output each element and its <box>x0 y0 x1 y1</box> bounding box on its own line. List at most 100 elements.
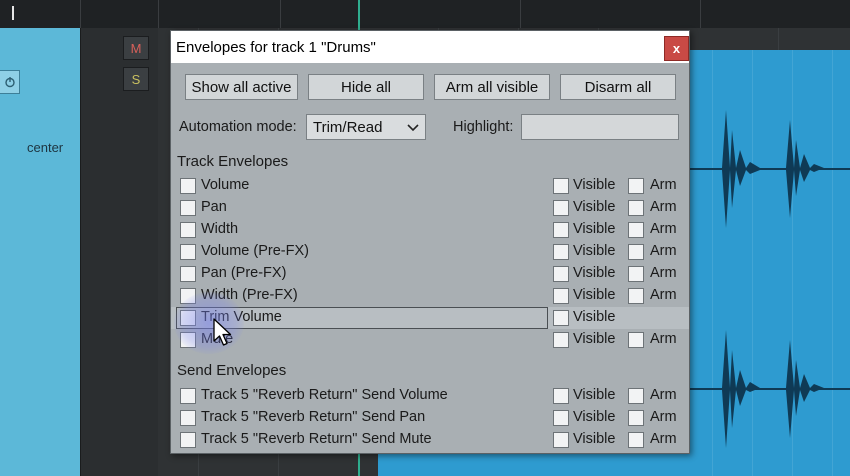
envelope-active-checkbox[interactable] <box>180 178 196 194</box>
send-envelopes-header: Send Envelopes <box>177 362 287 379</box>
disarm-all-button[interactable]: Disarm all <box>560 74 676 100</box>
envelope-active-checkbox[interactable] <box>180 200 196 216</box>
power-icon <box>4 77 15 88</box>
media-item[interactable] <box>690 50 850 476</box>
envelope-label: Volume <box>201 177 250 193</box>
envelope-label: Width (Pre-FX) <box>201 287 298 303</box>
envelope-active-checkbox[interactable] <box>180 432 196 448</box>
arm-checkbox[interactable] <box>628 332 644 348</box>
arm-label: Arm <box>650 287 677 303</box>
arm-checkbox[interactable] <box>628 222 644 238</box>
visible-label: Visible <box>573 387 616 403</box>
visible-label: Visible <box>573 177 616 193</box>
mute-button[interactable]: M <box>123 36 149 60</box>
arm-label: Arm <box>650 265 677 281</box>
automation-mode-dropdown[interactable]: Trim/Read <box>306 114 426 140</box>
track-envelopes-header: Track Envelopes <box>177 153 289 170</box>
arm-checkbox[interactable] <box>628 410 644 426</box>
arm-checkbox[interactable] <box>628 200 644 216</box>
envelope-label: Track 5 "Reverb Return" Send Pan <box>201 409 426 425</box>
arm-label: Arm <box>650 387 677 403</box>
envelope-row-volume-pre-fx: Volume (Pre-FX) Visible Arm <box>171 241 689 263</box>
envelope-row-pan: Pan Visible Arm <box>171 197 689 219</box>
visible-label: Visible <box>573 309 616 325</box>
visible-checkbox[interactable] <box>553 388 569 404</box>
visible-checkbox[interactable] <box>553 178 569 194</box>
visible-checkbox[interactable] <box>553 432 569 448</box>
arm-label: Arm <box>650 243 677 259</box>
envelopes-dialog: Envelopes for track 1 "Drums" x Show all… <box>170 30 690 454</box>
arm-checkbox[interactable] <box>628 288 644 304</box>
envelope-label: Width <box>201 221 239 237</box>
envelope-label: Volume (Pre-FX) <box>201 243 309 259</box>
chevron-down-icon <box>407 124 419 132</box>
envelope-active-checkbox[interactable] <box>180 266 196 282</box>
audio-waveform <box>690 110 850 448</box>
arm-label: Arm <box>650 177 677 193</box>
arm-checkbox[interactable] <box>628 178 644 194</box>
send-envelope-row-mute: Track 5 "Reverb Return" Send Mute Visibl… <box>171 429 689 451</box>
visible-checkbox[interactable] <box>553 244 569 260</box>
envelope-row-width-pre-fx: Width (Pre-FX) Visible Arm <box>171 285 689 307</box>
visible-label: Visible <box>573 287 616 303</box>
visible-label: Visible <box>573 243 616 259</box>
visible-checkbox[interactable] <box>553 410 569 426</box>
visible-checkbox[interactable] <box>553 266 569 282</box>
solo-button[interactable]: S <box>123 67 149 91</box>
ruler-divider <box>520 0 521 28</box>
automation-mode-value: Trim/Read <box>313 119 383 136</box>
envelope-active-checkbox[interactable] <box>180 310 196 326</box>
arm-checkbox[interactable] <box>628 266 644 282</box>
envelope-active-checkbox[interactable] <box>180 222 196 238</box>
arm-all-visible-button[interactable]: Arm all visible <box>434 74 550 100</box>
visible-checkbox[interactable] <box>553 222 569 238</box>
arm-label: Arm <box>650 199 677 215</box>
arm-label: Arm <box>650 221 677 237</box>
media-item[interactable] <box>378 452 690 476</box>
fx-bypass-button[interactable] <box>0 70 20 94</box>
envelope-active-checkbox[interactable] <box>180 332 196 348</box>
show-all-active-button[interactable]: Show all active <box>185 74 298 100</box>
envelope-row-pan-pre-fx: Pan (Pre-FX) Visible Arm <box>171 263 689 285</box>
visible-checkbox[interactable] <box>553 310 569 326</box>
envelope-label: Track 5 "Reverb Return" Send Mute <box>201 431 432 447</box>
envelope-row-trim-volume[interactable]: Trim Volume Visible <box>171 307 689 329</box>
envelope-active-checkbox[interactable] <box>180 288 196 304</box>
send-envelope-row-pan: Track 5 "Reverb Return" Send Pan Visible… <box>171 407 689 429</box>
timeline-ruler[interactable] <box>0 0 850 28</box>
visible-checkbox[interactable] <box>553 332 569 348</box>
track-control-panel[interactable]: center <box>0 28 80 476</box>
track-buttons-column <box>80 28 158 476</box>
envelope-active-checkbox[interactable] <box>180 388 196 404</box>
ruler-divider <box>158 0 159 28</box>
visible-checkbox[interactable] <box>553 288 569 304</box>
close-button[interactable]: x <box>664 36 689 61</box>
edit-cursor-marker <box>12 6 14 20</box>
arm-checkbox[interactable] <box>628 432 644 448</box>
arm-checkbox[interactable] <box>628 244 644 260</box>
dialog-titlebar[interactable]: Envelopes for track 1 "Drums" x <box>171 31 689 63</box>
highlight-label: Highlight: <box>453 119 514 135</box>
visible-label: Visible <box>573 409 616 425</box>
envelope-label: Trim Volume <box>201 309 282 325</box>
visible-label: Visible <box>573 199 616 215</box>
play-cursor <box>358 0 360 28</box>
arm-checkbox[interactable] <box>628 388 644 404</box>
ruler-divider <box>80 0 81 28</box>
envelope-label: Pan (Pre-FX) <box>201 265 287 281</box>
ruler-divider <box>280 0 281 28</box>
arm-label: Arm <box>650 409 677 425</box>
highlight-field[interactable] <box>521 114 679 140</box>
envelope-row-volume: Volume Visible Arm <box>171 175 689 197</box>
visible-label: Visible <box>573 221 616 237</box>
ruler-divider <box>700 0 701 28</box>
visible-checkbox[interactable] <box>553 200 569 216</box>
hide-all-button[interactable]: Hide all <box>308 74 424 100</box>
send-envelope-row-volume: Track 5 "Reverb Return" Send Volume Visi… <box>171 385 689 407</box>
arm-label: Arm <box>650 331 677 347</box>
envelope-row-width: Width Visible Arm <box>171 219 689 241</box>
envelope-active-checkbox[interactable] <box>180 410 196 426</box>
envelope-active-checkbox[interactable] <box>180 244 196 260</box>
envelope-label: Mute <box>201 331 234 347</box>
arm-label: Arm <box>650 431 677 447</box>
